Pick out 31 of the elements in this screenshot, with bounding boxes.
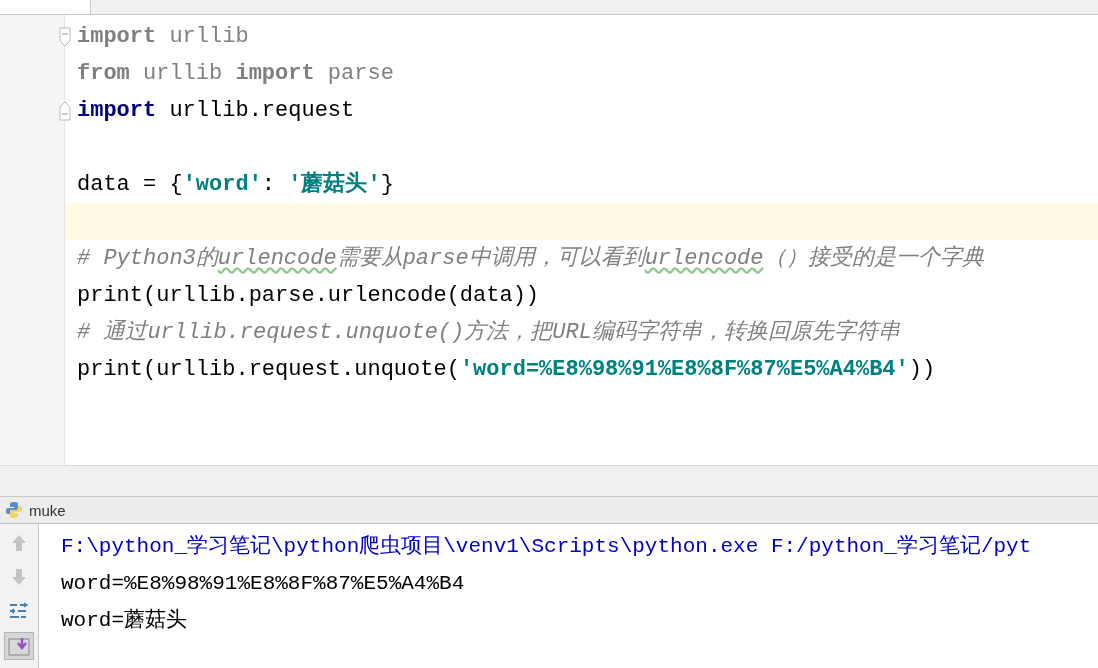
console-output-line: F:\python_学习笔记\python爬虫项目\venv1\Scripts\python.exe F:/python_学习笔记/pyt — [61, 533, 1033, 560]
string-text: '蘑菇头' — [288, 172, 381, 197]
code-text: print(urllib.parse.urlencode(data)) — [77, 283, 540, 308]
fold-icon[interactable] — [59, 26, 71, 47]
code-text: parse — [326, 61, 394, 86]
fold-icon[interactable] — [59, 100, 71, 121]
run-tab-label: muke — [29, 501, 66, 519]
scroll-to-end-icon[interactable] — [4, 632, 34, 660]
string-text: 'word' — [182, 172, 262, 197]
keyword-text: import — [77, 24, 157, 49]
run-tab[interactable]: muke — [0, 501, 66, 519]
code-text: } — [380, 172, 394, 197]
code-text: urllib — [168, 24, 249, 49]
console-output-line: word=蘑菇头 — [61, 607, 188, 634]
comment-text: （）接受的是一个字典 — [763, 246, 984, 271]
console-output-line: word=%E8%98%91%E8%8F%87%E5%A4%B4 — [61, 571, 466, 597]
code-text: urllib — [142, 61, 224, 86]
keyword-text: from — [77, 61, 130, 86]
string-text: 'word=%E8%98%91%E8%8F%87%E5%A4%B4' — [459, 357, 909, 382]
code-text: )) — [908, 357, 936, 382]
file-tab[interactable] — [0, 0, 91, 14]
keyword-text: import — [77, 98, 157, 123]
comment-text: # Python3的 — [77, 246, 218, 271]
code-text: urllib.request — [168, 98, 355, 123]
code-text: data = { — [77, 172, 183, 197]
code-text: : — [261, 172, 277, 197]
keyword-text: import — [235, 61, 315, 86]
code-text: print(urllib.request.unquote( — [77, 357, 460, 382]
python-icon — [5, 501, 23, 519]
splitter-bar[interactable] — [0, 465, 1098, 496]
comment-text: # 通过urllib.request.unquote()方法，把URL编码字符串，转换回原先字符串 — [77, 320, 900, 345]
